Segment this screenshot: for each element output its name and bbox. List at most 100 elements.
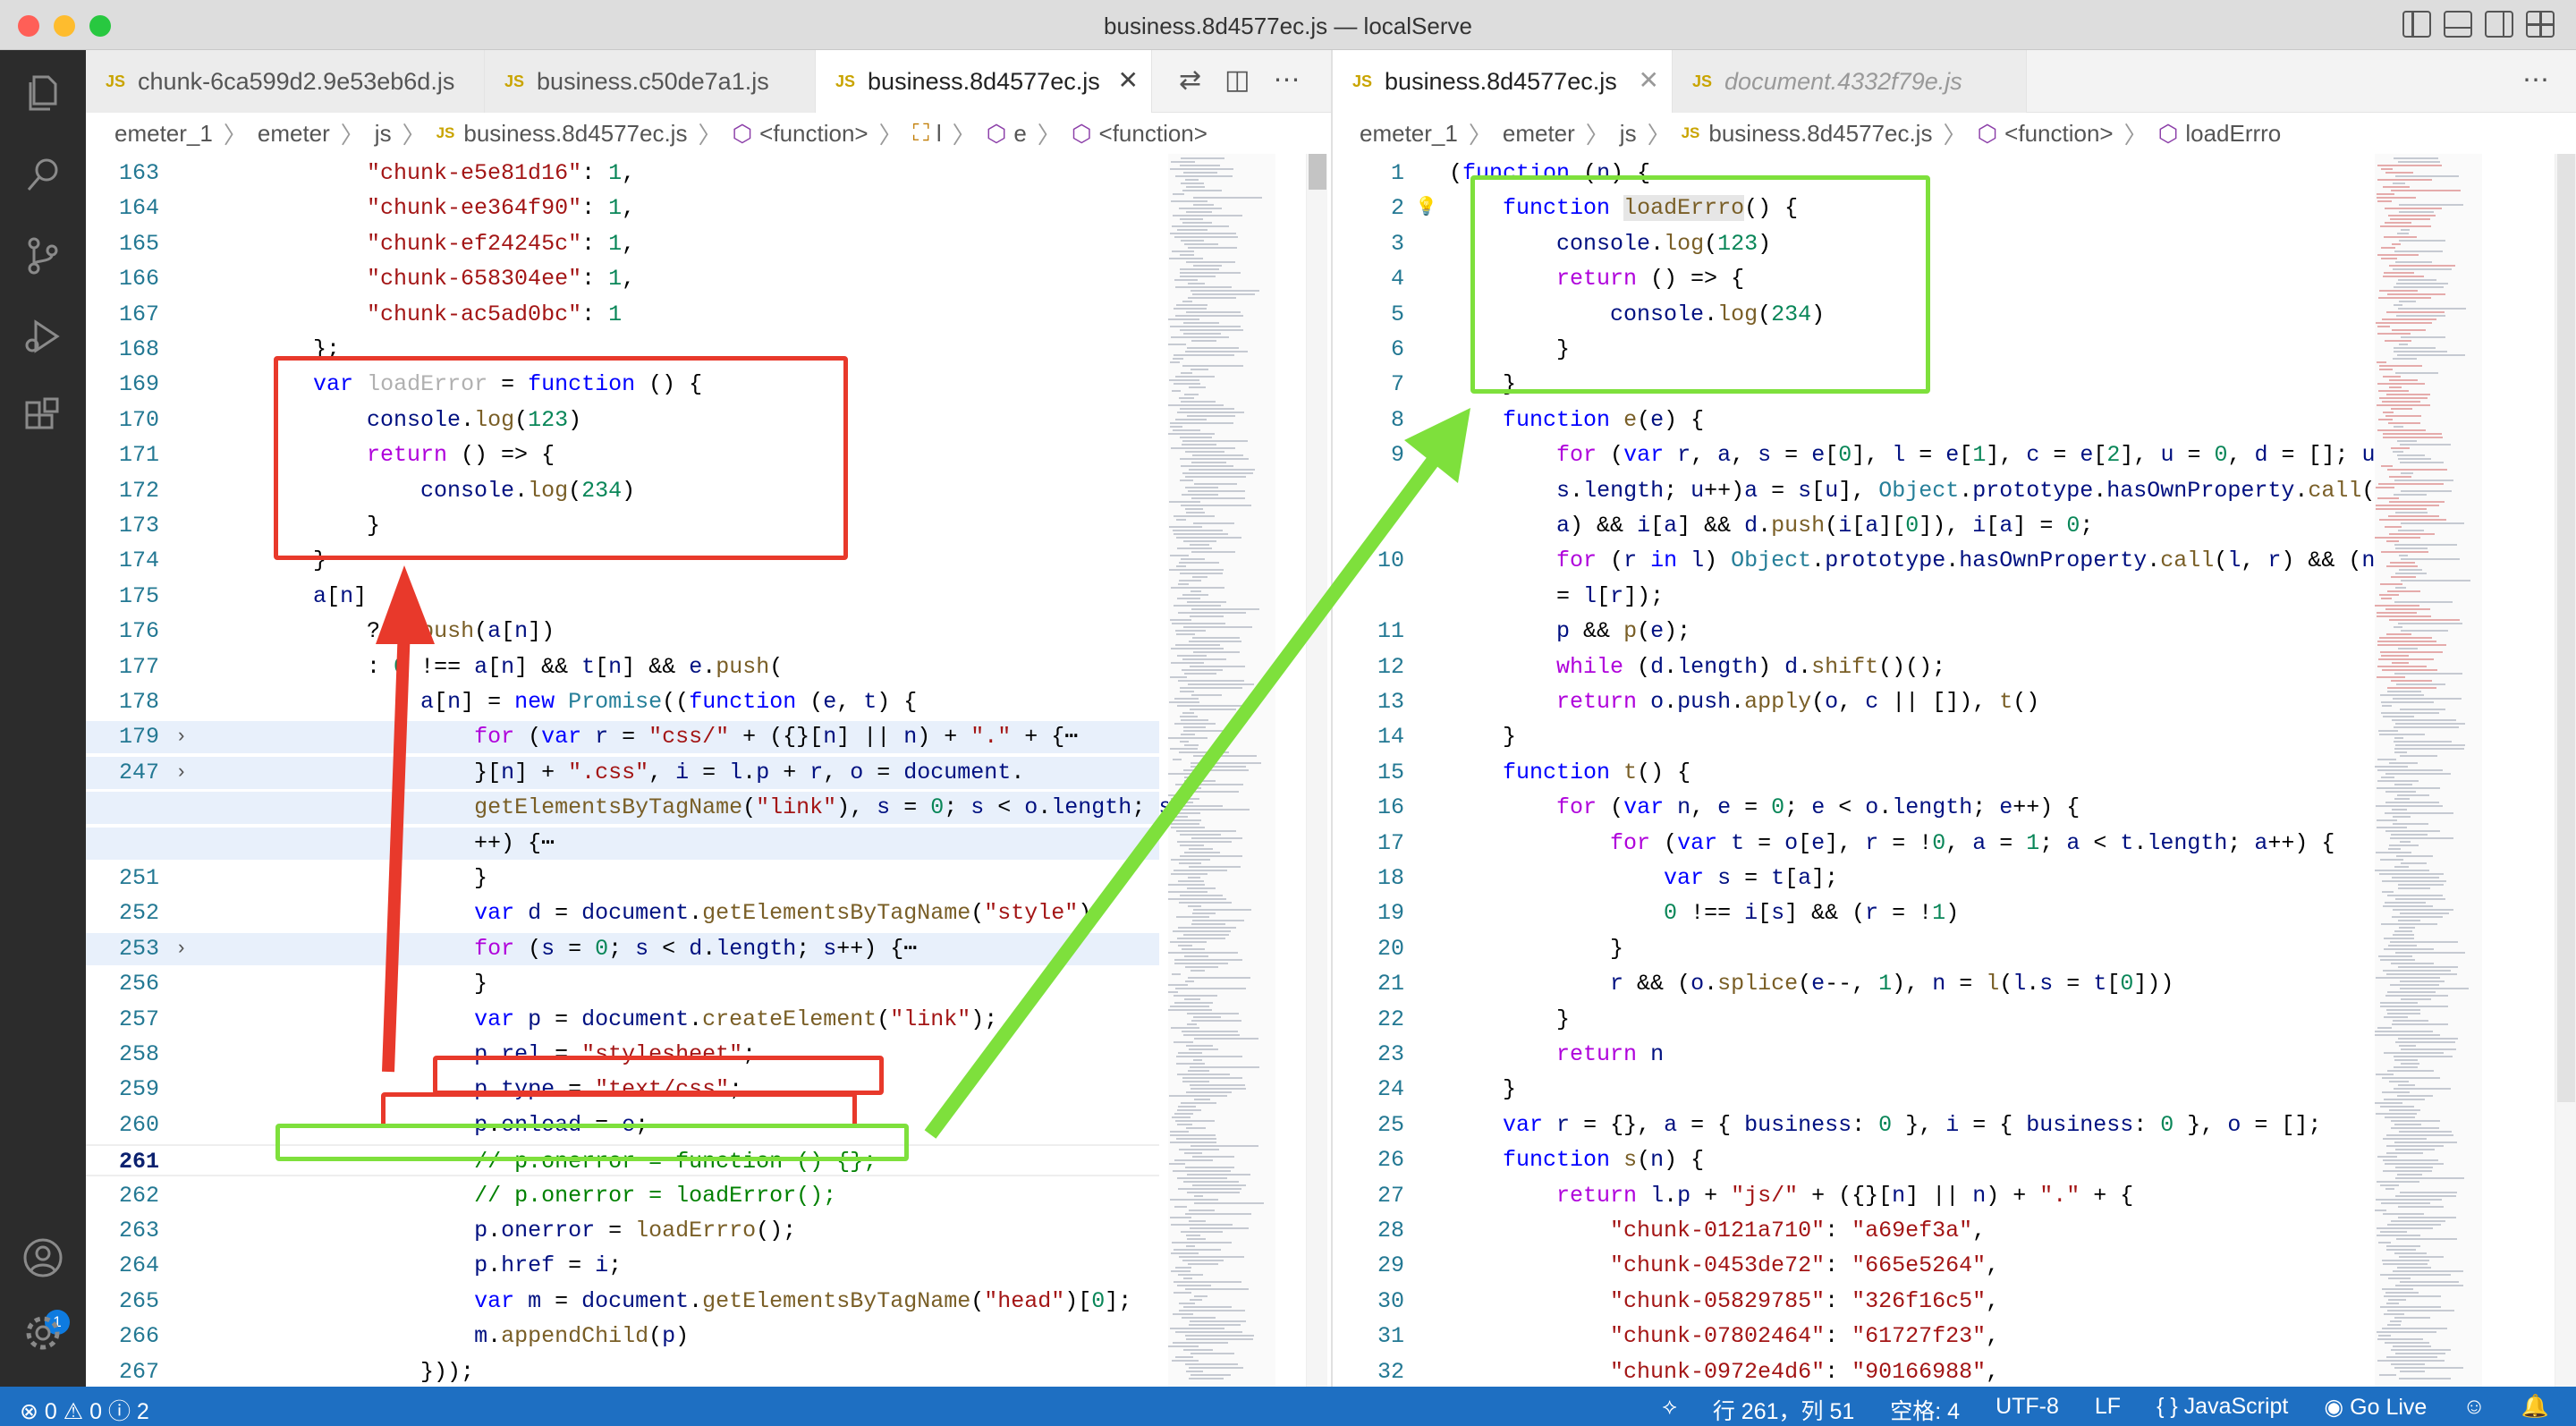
- tab-business-8d4577ec[interactable]: JS business.8d4577ec.js ✕: [816, 50, 1152, 113]
- code-line[interactable]: 176 ? e.push(a[n]): [86, 615, 1159, 648]
- lightbulb-icon[interactable]: 💡: [1415, 195, 1437, 217]
- search-icon[interactable]: [21, 154, 64, 197]
- left-code-editor[interactable]: 270 var o = new Promise((function (e, t)…: [86, 154, 1331, 1387]
- code-line[interactable]: 257 var p = document.createElement("link…: [86, 1004, 1159, 1036]
- vertical-scrollbar[interactable]: [1306, 154, 1327, 1387]
- code-line[interactable]: 18 var s = t[a];: [1333, 862, 2370, 895]
- indentation[interactable]: 空格: 4: [1890, 1394, 1960, 1426]
- code-line[interactable]: 8 function e(e) {: [1333, 404, 2370, 437]
- language-mode[interactable]: { } JavaScript: [2157, 1394, 2288, 1426]
- breadcrumb-item[interactable]: l: [936, 120, 942, 148]
- fold-chevron-icon[interactable]: ›: [175, 757, 187, 789]
- code-line[interactable]: 178 a[n] = new Promise((function (e, t) …: [86, 686, 1159, 718]
- toggle-secondary-sidebar-icon[interactable]: [2485, 11, 2513, 38]
- notifications-icon[interactable]: 🔔: [2521, 1394, 2549, 1426]
- breadcrumb-item[interactable]: js: [1620, 120, 1637, 148]
- source-control-icon[interactable]: [21, 234, 64, 277]
- code-line[interactable]: 262 // p.onerror = loadError();: [86, 1180, 1159, 1212]
- code-line[interactable]: 25 var r = {}, a = { business: 0 }, i = …: [1333, 1109, 2370, 1142]
- breadcrumb-item[interactable]: <function>: [2004, 120, 2113, 148]
- manage-gear-icon[interactable]: [21, 1311, 64, 1354]
- code-line[interactable]: 177 : 0 !== a[n] && t[n] && e.push(: [86, 651, 1159, 683]
- breadcrumb-item[interactable]: business.8d4577ec.js: [463, 120, 687, 148]
- breadcrumb-item[interactable]: business.8d4577ec.js: [1708, 120, 1932, 148]
- toggle-panel-icon[interactable]: [2444, 11, 2472, 38]
- accounts-icon[interactable]: [21, 1236, 64, 1279]
- end-of-line[interactable]: LF: [2095, 1394, 2121, 1426]
- tab-business-c50de7a1[interactable]: JS business.c50de7a1.js: [485, 50, 816, 113]
- code-line[interactable]: 9 for (var r, a, s = e[0], l = e[1], c =…: [1333, 439, 2402, 471]
- code-line[interactable]: = l[r]);: [1333, 581, 2370, 613]
- code-line[interactable]: 11 p && p(e);: [1333, 615, 2370, 648]
- code-line[interactable]: 251 }: [86, 862, 1159, 895]
- code-line[interactable]: getElementsByTagName("link"), s = 0; s <…: [86, 792, 1172, 825]
- problems-indicator[interactable]: ⊗ 0 ⚠ 0 ⓘ 2: [20, 1394, 149, 1426]
- code-line[interactable]: 29 "chunk-0453de72": "665e5264",: [1333, 1250, 2370, 1282]
- customize-layout-icon[interactable]: [2526, 11, 2555, 38]
- tab-business-8d4577ec-right[interactable]: JS business.8d4577ec.js ✕: [1333, 50, 1673, 113]
- more-actions-icon[interactable]: ⋯: [1274, 64, 1301, 96]
- go-live-button[interactable]: ◉ Go Live: [2324, 1394, 2427, 1426]
- split-editor-icon[interactable]: ◫: [1224, 64, 1250, 96]
- code-line[interactable]: a) && i[a] && d.push(i[a][0]), i[a] = 0;: [1333, 510, 2370, 542]
- code-line[interactable]: 266 m.appendChild(p): [86, 1320, 1159, 1353]
- breadcrumb-item[interactable]: e: [1013, 120, 1026, 148]
- tab-chunk-6ca599d2[interactable]: JS chunk-6ca599d2.9e53eb6d.js: [86, 50, 485, 113]
- breadcrumb-item[interactable]: js: [375, 120, 392, 148]
- code-line[interactable]: 166 "chunk-658304ee": 1,: [86, 263, 1159, 295]
- code-line[interactable]: 252 var d = document.getElementsByTagNam…: [86, 897, 1159, 929]
- code-line[interactable]: 253 › for (s = 0; s < d.length; s++) {⋯: [86, 932, 1159, 965]
- close-icon[interactable]: ✕: [1639, 68, 1659, 93]
- toggle-primary-sidebar-icon[interactable]: [2402, 11, 2431, 38]
- code-line[interactable]: 17 for (var t = o[e], r = !0, a = 1; a <…: [1333, 828, 2370, 860]
- code-line[interactable]: 13 return o.push.apply(o, c || []), t(): [1333, 686, 2370, 718]
- scrollbar-thumb[interactable]: [1309, 154, 1326, 190]
- code-line[interactable]: 31 "chunk-07802464": "61727f23",: [1333, 1320, 2370, 1353]
- code-line[interactable]: 264 p.href = i;: [86, 1250, 1159, 1282]
- code-line[interactable]: 22 }: [1333, 1004, 2370, 1036]
- fold-chevron-icon[interactable]: ›: [175, 933, 187, 965]
- tab-document-4332f79e[interactable]: JS document.4332f79e.js: [1673, 50, 2027, 113]
- code-line[interactable]: 19 0 !== i[s] && (r = !1): [1333, 897, 2370, 929]
- code-line[interactable]: 175 a[n]: [86, 581, 1159, 613]
- code-line[interactable]: 256 }: [86, 968, 1159, 1000]
- code-line[interactable]: 20 }: [1333, 933, 2370, 965]
- breadcrumb-item[interactable]: <function>: [1099, 120, 1208, 148]
- code-line[interactable]: 24 }: [1333, 1074, 2370, 1106]
- code-line[interactable]: 27 return l.p + "js/" + ({}[n] || n) + "…: [1333, 1180, 2370, 1212]
- open-changes-icon[interactable]: ⇄: [1179, 64, 1201, 96]
- close-icon[interactable]: ✕: [1118, 68, 1139, 93]
- code-line[interactable]: 267 }));: [86, 1356, 1159, 1387]
- fold-chevron-icon[interactable]: ›: [175, 721, 187, 753]
- code-line[interactable]: 12 while (d.length) d.shift()();: [1333, 651, 2370, 683]
- code-line[interactable]: 32 "chunk-0972e4d6": "90166988",: [1333, 1356, 2370, 1387]
- cursor-position[interactable]: 行 261，列 51: [1713, 1394, 1854, 1426]
- code-line[interactable]: 30 "chunk-05829785": "326f16c5",: [1333, 1286, 2370, 1318]
- breadcrumb-item[interactable]: emeter: [258, 120, 330, 148]
- breadcrumb-item[interactable]: emeter_1: [114, 120, 213, 148]
- code-line[interactable]: 163 "chunk-e5e81d16": 1,: [86, 157, 1159, 190]
- code-line[interactable]: 15 function t() {: [1333, 757, 2370, 789]
- code-line[interactable]: 265 var m = document.getElementsByTagNam…: [86, 1286, 1159, 1318]
- code-line[interactable]: 167 "chunk-ac5ad0bc": 1: [86, 299, 1159, 331]
- code-line[interactable]: 21 r && (o.splice(e--, 1), n = l(l.s = t…: [1333, 968, 2370, 1000]
- scrollbar-thumb[interactable]: [2557, 154, 2575, 1102]
- vertical-scrollbar[interactable]: [2555, 154, 2576, 1387]
- code-line[interactable]: 14 }: [1333, 721, 2370, 753]
- sync-icon[interactable]: ⟡: [1662, 1394, 1677, 1426]
- code-line[interactable]: s.length; u++)a = s[u], Object.prototype…: [1333, 475, 2402, 507]
- explorer-icon[interactable]: [21, 72, 64, 115]
- code-line[interactable]: 165 "chunk-ef24245c": 1,: [86, 228, 1159, 260]
- run-debug-icon[interactable]: [21, 315, 64, 358]
- minimap[interactable]: [1168, 154, 1275, 1387]
- code-line[interactable]: 179 › for (var r = "css/" + ({}[n] || n) …: [86, 721, 1159, 754]
- code-line[interactable]: 10 for (r in l) Object.prototype.hasOwnP…: [1333, 545, 2415, 577]
- code-line[interactable]: 164 "chunk-ee364f90": 1,: [86, 192, 1159, 225]
- code-line[interactable]: 263 p.onerror = loadErrro();: [86, 1215, 1159, 1247]
- code-line[interactable]: 16 for (var n, e = 0; e < o.length; e++)…: [1333, 792, 2370, 824]
- breadcrumb-item[interactable]: emeter: [1503, 120, 1575, 148]
- code-line[interactable]: 23 return n: [1333, 1039, 2370, 1071]
- code-line[interactable]: 26 function s(n) {: [1333, 1144, 2370, 1176]
- feedback-icon[interactable]: ☺: [2462, 1394, 2486, 1426]
- code-line[interactable]: 247 › }[n] + ".css", i = l.p + r, o = doc…: [86, 756, 1159, 789]
